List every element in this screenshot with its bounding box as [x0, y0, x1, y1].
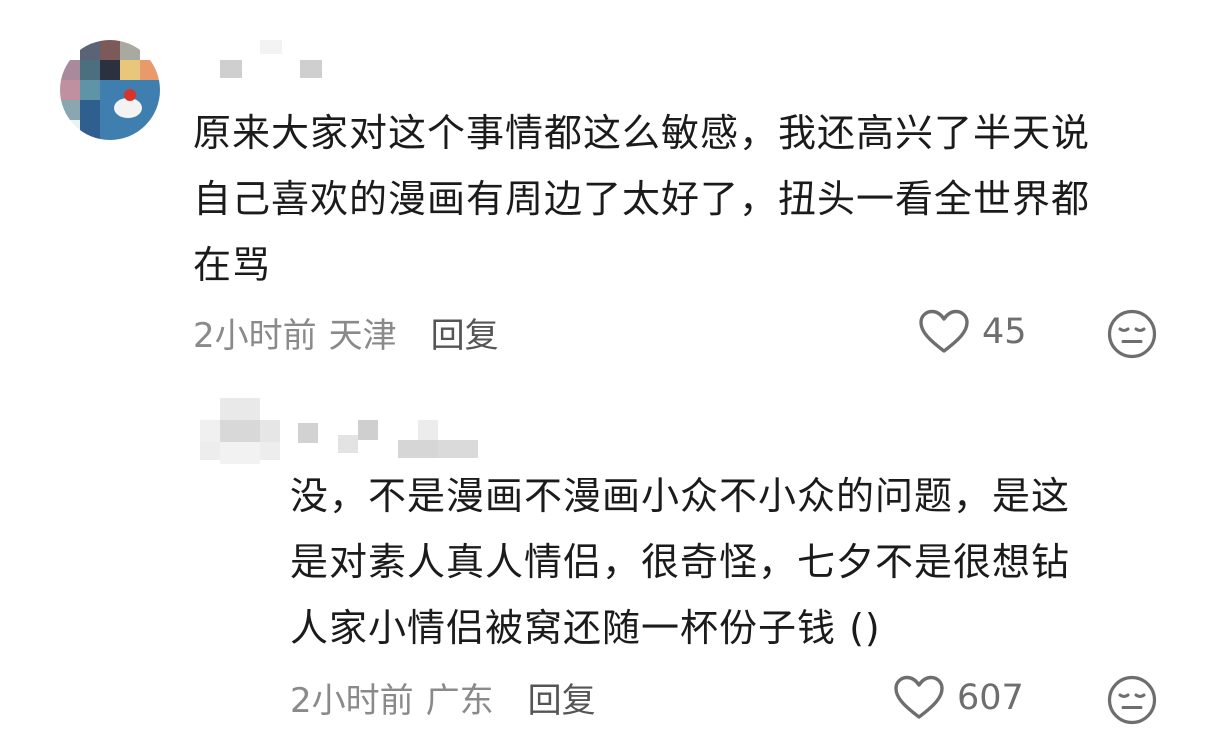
meh-face-icon	[1107, 675, 1157, 725]
dislike-button[interactable]	[1106, 674, 1158, 726]
comment-line: 自己喜欢的漫画有周边了太好了，扭头一看全世界都	[193, 177, 1091, 221]
avatar[interactable]	[200, 398, 280, 468]
dislike-button[interactable]	[1106, 308, 1158, 360]
timestamp: 2小时前	[193, 315, 317, 356]
avatar-image	[200, 398, 280, 468]
like-button[interactable]: 607	[893, 672, 1024, 724]
username-mosaic[interactable]	[205, 40, 335, 85]
timestamp: 2小时前	[290, 680, 414, 721]
comment-meta: 2小时前 天津 回复	[193, 308, 499, 357]
comment-line: 是对素人真人情侣，很奇怪，七夕不是很想钻	[290, 540, 1071, 584]
heart-outline-icon	[894, 675, 944, 719]
location: 天津	[328, 315, 397, 356]
comment-text: 原来大家对这个事情都这么敏感，我还高兴了半天说 自己喜欢的漫画有周边了太好了，扭…	[193, 100, 1090, 298]
avatar[interactable]	[60, 40, 160, 140]
reply-button[interactable]: 回复	[528, 673, 596, 722]
like-button[interactable]: 45	[918, 306, 1027, 358]
location: 广东	[425, 680, 494, 721]
comment-line: 没，不是漫画不漫画小众不小众的问题，是这	[290, 474, 1071, 518]
comment-text: 没，不是漫画不漫画小众不小众的问题，是这 是对素人真人情侣，很奇怪，七夕不是很想…	[290, 463, 1070, 661]
like-count: 45	[982, 312, 1027, 352]
like-count: 607	[957, 678, 1024, 718]
comment-line: 在骂	[193, 243, 272, 287]
heart-outline-icon	[919, 309, 969, 353]
meh-face-icon	[1107, 309, 1157, 359]
username-mosaic[interactable]	[298, 415, 488, 460]
comment-line: 人家小情侣被窝还随一杯份子钱 ()	[290, 606, 881, 650]
avatar-image	[60, 40, 160, 140]
comment-line: 原来大家对这个事情都这么敏感，我还高兴了半天说	[193, 111, 1091, 155]
comment-meta: 2小时前 广东 回复	[290, 673, 596, 722]
reply-button[interactable]: 回复	[431, 308, 499, 357]
